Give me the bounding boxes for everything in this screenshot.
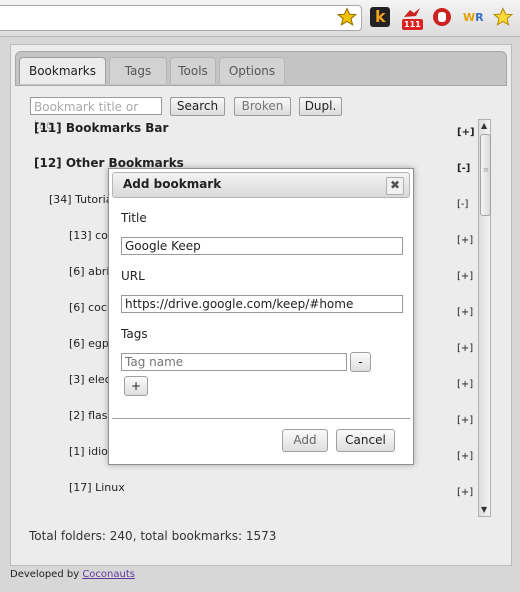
expand-toggle[interactable]: [+] <box>457 235 473 246</box>
tab-bar: Bookmarks Tags Tools Options <box>15 51 507 86</box>
folder-linux[interactable]: [17] Linux <box>69 481 125 494</box>
cancel-button[interactable]: Cancel <box>336 429 395 452</box>
k-extension-icon[interactable]: k <box>370 7 390 27</box>
expand-toggle[interactable]: [+] <box>457 415 473 426</box>
tags-label: Tags <box>121 327 148 341</box>
scroll-up-arrow-icon[interactable]: ▲ <box>481 121 487 130</box>
folder-bookmarks-bar[interactable]: [11] Bookmarks Bar <box>34 121 168 135</box>
expand-toggle[interactable]: [+] <box>457 343 473 354</box>
bird-extension-icon[interactable]: 111 <box>402 7 423 30</box>
coconauts-link[interactable]: Coconauts <box>82 569 135 580</box>
tab-tags[interactable]: Tags <box>109 57 167 84</box>
tab-options[interactable]: Options <box>219 57 285 84</box>
dialog-divider <box>112 418 410 419</box>
scrollbar-thumb[interactable]: ≡ <box>480 134 491 216</box>
add-button[interactable]: Add <box>282 429 328 452</box>
address-bar[interactable] <box>0 5 362 31</box>
dialog-header: Add bookmark ✖ <box>112 172 410 198</box>
tree-scrollbar[interactable]: ▲ ≡ ▼ <box>478 119 491 517</box>
broken-button[interactable]: Broken <box>234 97 291 116</box>
scroll-down-arrow-icon[interactable]: ▼ <box>481 505 487 514</box>
title-field[interactable] <box>121 237 403 255</box>
totals-summary: Total folders: 240, total bookmarks: 157… <box>29 529 277 543</box>
bookmark-star-icon[interactable] <box>336 7 358 27</box>
collapse-toggle[interactable]: [-] <box>457 163 470 174</box>
tag-name-input[interactable] <box>121 353 347 371</box>
developer-credit: Developed by Coconauts <box>10 569 135 580</box>
remove-tag-button[interactable]: - <box>350 352 371 372</box>
collapse-toggle[interactable]: [-] <box>457 199 468 210</box>
url-field[interactable] <box>121 295 403 313</box>
expand-toggle[interactable]: [+] <box>457 307 473 318</box>
dialog-title: Add bookmark <box>123 177 222 191</box>
browser-toolbar: k 111 WR <box>0 0 520 37</box>
search-button[interactable]: Search <box>170 97 225 116</box>
tab-tools[interactable]: Tools <box>170 57 216 84</box>
url-label: URL <box>121 269 145 283</box>
expand-toggle[interactable]: [+] <box>457 379 473 390</box>
expand-toggle[interactable]: [+] <box>457 487 473 498</box>
expand-toggle[interactable]: [+] <box>457 271 473 282</box>
stop-hand-extension-icon[interactable] <box>432 7 452 27</box>
expand-toggle[interactable]: [+] <box>457 127 475 138</box>
wr-extension-icon[interactable]: WR <box>462 7 484 27</box>
credit-prefix: Developed by <box>10 569 80 580</box>
tab-bookmarks[interactable]: Bookmarks <box>19 57 106 84</box>
add-bookmark-dialog: Add bookmark ✖ Title URL Tags - + Add Ca… <box>108 168 414 465</box>
close-icon[interactable]: ✖ <box>386 177 404 195</box>
bookmark-manager-star-icon[interactable] <box>492 7 514 27</box>
expand-toggle[interactable]: [+] <box>457 451 473 462</box>
add-tag-button[interactable]: + <box>124 376 148 396</box>
notification-badge: 111 <box>402 19 423 30</box>
search-input[interactable]: Bookmark title or tag <box>30 97 162 132</box>
duplicates-button[interactable]: Dupl. <box>299 97 342 116</box>
title-label: Title <box>121 211 147 225</box>
